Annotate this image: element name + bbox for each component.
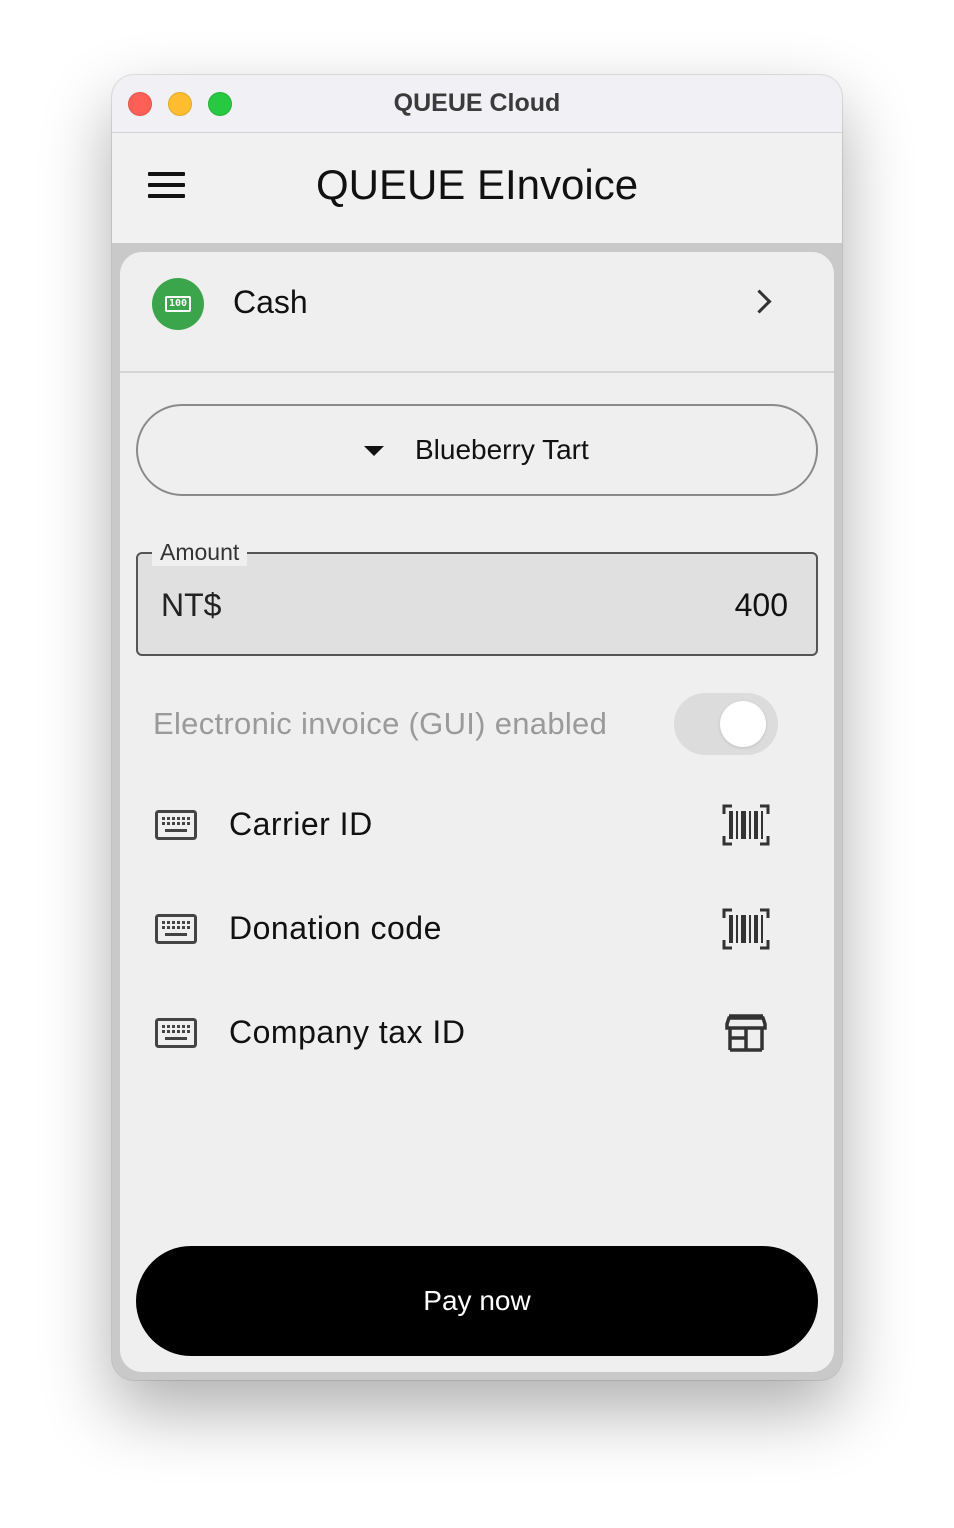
carrier-id-label: Carrier ID bbox=[229, 806, 373, 842]
title-bar: QUEUE Cloud bbox=[112, 75, 842, 133]
einvoice-toggle-label: Electronic invoice (GUI) enabled bbox=[153, 706, 608, 741]
cash-icon: 100 bbox=[152, 278, 204, 330]
pay-now-button[interactable]: Pay now bbox=[136, 1246, 818, 1356]
divider bbox=[120, 371, 834, 373]
donation-code-row[interactable]: Donation code bbox=[120, 894, 834, 974]
page-title: QUEUE EInvoice bbox=[315, 161, 639, 208]
einvoice-toggle[interactable] bbox=[674, 693, 778, 755]
toggle-knob bbox=[720, 701, 766, 747]
barcode-scan-icon[interactable] bbox=[722, 804, 770, 846]
product-selected-label: Blueberry Tart bbox=[415, 434, 589, 465]
window-title: QUEUE Cloud bbox=[393, 89, 561, 117]
product-dropdown[interactable]: Blueberry Tart bbox=[136, 404, 818, 496]
app-window: QUEUE Cloud QUEUE EInvoice 100 Cash Blue… bbox=[112, 75, 842, 1380]
amount-value: 400 bbox=[734, 587, 788, 623]
company-tax-id-label: Company tax ID bbox=[229, 1014, 466, 1050]
payment-sheet: 100 Cash Blueberry Tart Amount NT$ 400 E… bbox=[120, 252, 834, 1372]
carrier-id-row[interactable]: Carrier ID bbox=[120, 790, 834, 870]
cash-badge-text: 100 bbox=[165, 296, 191, 312]
dropdown-arrow-icon bbox=[364, 446, 384, 456]
company-tax-id-row[interactable]: Company tax ID bbox=[120, 998, 834, 1078]
app-bar: QUEUE EInvoice bbox=[112, 133, 842, 243]
storefront-icon[interactable] bbox=[722, 1012, 770, 1054]
payment-method-row[interactable]: 100 Cash bbox=[120, 252, 834, 371]
amount-input[interactable]: Amount NT$ 400 bbox=[136, 538, 818, 656]
chevron-right-icon bbox=[747, 289, 772, 314]
keyboard-icon bbox=[155, 914, 197, 944]
keyboard-icon bbox=[155, 810, 197, 840]
barcode-scan-icon[interactable] bbox=[722, 908, 770, 950]
keyboard-icon bbox=[155, 1018, 197, 1048]
amount-label: Amount bbox=[152, 538, 248, 566]
currency-prefix: NT$ bbox=[161, 587, 222, 623]
donation-code-label: Donation code bbox=[229, 910, 442, 946]
payment-method-label: Cash bbox=[233, 284, 308, 320]
